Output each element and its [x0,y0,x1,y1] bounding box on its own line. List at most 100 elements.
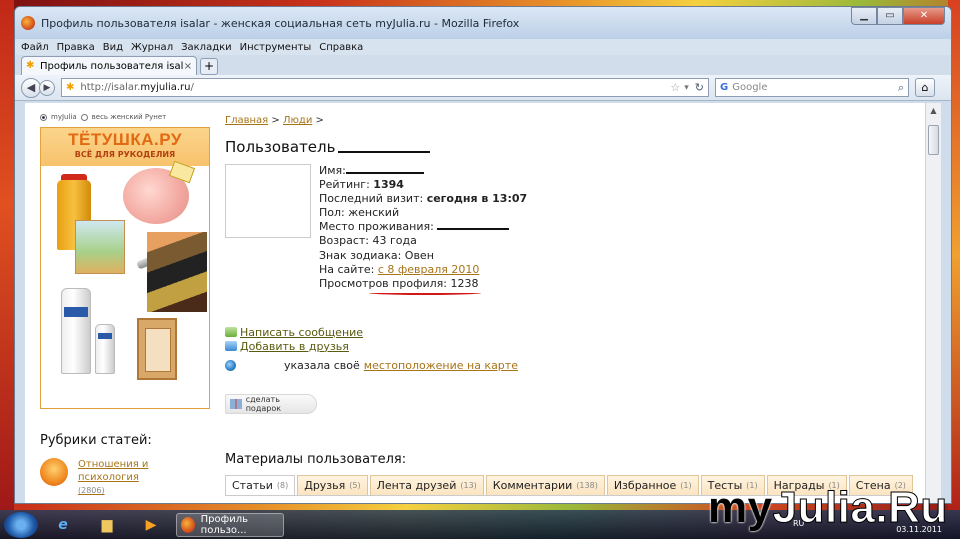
location-text: указала своё [284,358,360,372]
close-button[interactable]: ✕ [903,7,945,25]
write-message-link[interactable]: Написать сообщение [240,326,363,339]
taskbar-firefox-task[interactable]: Профиль пользо... [176,512,284,537]
rubric-people-icon [40,458,68,486]
scroll-up-icon[interactable]: ▲ [926,103,941,119]
menu-bookmarks[interactable]: Закладки [181,42,232,53]
reload-icon[interactable]: ↻ [695,81,704,94]
vertical-scrollbar[interactable]: ▲ [925,103,941,503]
info-residence: Место проживания: [319,220,527,234]
browser-tab[interactable]: ✱ Профиль пользователя isalar - женска..… [21,56,197,75]
navigation-toolbar: ◀ ▶ ✱ http://isalar.myjulia.ru/ ☆ ▾ ↻ G … [15,75,951,101]
since-date-link[interactable]: с 8 февраля 2010 [378,263,480,276]
folder-icon[interactable]: ▆ [88,513,126,537]
dropdown-icon[interactable]: ▾ [684,83,689,93]
info-zodiac: Знак зодиака: Овен [319,248,434,262]
new-tab-button[interactable]: + [200,58,218,75]
google-icon[interactable]: G [720,82,728,93]
url-bar[interactable]: ✱ http://isalar.myjulia.ru/ ☆ ▾ ↻ [61,78,709,97]
favicon-icon: ✱ [26,60,35,71]
location-row: указала своё местоположение на карте [225,359,915,372]
menu-help[interactable]: Справка [319,42,363,53]
search-placeholder: Google [732,82,768,93]
profile-block: Имя: Рейтинг: 1394 Последний визит: сего… [225,164,915,291]
ad-subtitle: ВСЁ ДЛЯ РУКОДЕЛИЯ [74,150,176,159]
redacted-username [338,151,431,153]
watermark: myJulia.Ru [708,483,948,532]
add-friend-icon [225,341,237,352]
url-favicon-icon: ✱ [66,82,75,93]
painting-image [75,220,125,274]
main-column: Главная > Люди > Пользователь Имя: Рейти… [225,115,915,503]
gift-icon [230,398,242,409]
tab-bar: ✱ Профиль пользователя isalar - женска..… [15,55,951,75]
window-title: Профиль пользователя isalar - женская со… [41,16,520,30]
ie-icon[interactable]: e [44,513,82,537]
tab-comments[interactable]: Комментарии (138) [485,474,605,495]
ad-title: ТЁТУШКА.РУ [68,130,182,149]
home-button[interactable]: ⌂ [915,78,935,97]
info-since: На сайте: с 8 февраля 2010 [319,262,480,276]
menu-history[interactable]: Журнал [131,42,173,53]
wooden-cabinet-image [137,318,177,380]
materials-title: Материалы пользователя: [225,451,407,467]
gift-label: сделать подарок [245,394,282,413]
maximize-button[interactable]: ▭ [877,7,903,25]
tab-friends-feed[interactable]: Лента друзей (13) [369,474,484,495]
radio-runet[interactable] [80,113,88,121]
page-content: myJulia весь женский Рунет ТЁТУШКА.РУ ВС… [25,103,941,503]
scroll-thumb[interactable] [928,125,939,155]
bottle-image [61,288,91,374]
search-icon[interactable]: ⌕ [898,81,904,95]
profile-info: Имя: Рейтинг: 1394 Последний визит: сего… [319,164,527,291]
rubric-link-relationships[interactable]: Отношения и психология (2806) [78,458,168,497]
url-text: http://isalar.myjulia.ru/ [80,82,194,93]
radio-runet-label: весь женский Рунет [91,113,167,121]
menu-view[interactable]: Вид [103,42,123,53]
menu-tools[interactable]: Инструменты [240,42,312,53]
rubrics-title: Рубрики статей: [40,433,152,448]
ad-banner[interactable]: ТЁТУШКА.РУ ВСЁ ДЛЯ РУКОДЕЛИЯ [40,127,210,409]
globe-icon [225,359,236,371]
info-rating: Рейтинг: 1394 [319,178,404,192]
page-title: Пользователь [225,138,915,156]
tab-friends[interactable]: Друзья (5) [297,474,368,495]
tab-articles[interactable]: Статьи (8) [225,474,296,495]
desktop-left-edge [0,0,14,510]
tab-close-icon[interactable]: × [184,61,192,72]
firefox-icon [21,16,35,30]
title-bar: Профиль пользователя isalar - женская со… [15,7,951,39]
left-sidebar: myJulia весь женский Рунет ТЁТУШКА.РУ ВС… [40,113,210,409]
menu-file[interactable]: Файл [21,42,49,53]
info-last-visit: Последний визит: сегодня в 13:07 [319,192,528,206]
tab-label: Профиль пользователя isalar - женска... [40,60,184,72]
location-map-link[interactable]: местоположение на карте [364,359,518,372]
info-age: Возраст: 43 года [319,234,417,248]
small-bottle-image [95,324,115,374]
rubrics-section: Рубрики статей: Отношения и психология (… [40,433,220,497]
tab-favorites[interactable]: Избранное (1) [606,474,699,495]
radio-myjulia[interactable] [40,113,47,121]
info-gender: Пол: женский [319,206,400,220]
breadcrumb-people[interactable]: Люди [283,115,312,126]
menu-bar: Файл Правка Вид Журнал Закладки Инструме… [15,39,951,55]
felt-image [147,232,207,312]
search-scope: myJulia весь женский Рунет [40,113,210,121]
bookmark-star-icon[interactable]: ☆ [670,81,680,94]
minimize-button[interactable]: ▁ [851,7,877,25]
taskbar-firefox-icon [181,516,195,533]
add-friend-link[interactable]: Добавить в друзья [240,340,349,353]
taskbar-task-label: Профиль пользо... [200,513,248,536]
start-button[interactable] [4,511,38,538]
info-name: Имя: [319,164,527,178]
forward-button[interactable]: ▶ [39,79,55,96]
redacted-residence [437,228,510,231]
back-button[interactable]: ◀ [21,77,41,98]
menu-edit[interactable]: Правка [57,42,95,53]
gift-button[interactable]: сделать подарок [225,393,317,414]
redacted-name [345,172,424,174]
avatar[interactable] [225,164,311,238]
search-box[interactable]: G Google ⌕ [715,78,909,97]
breadcrumb: Главная > Люди > [225,115,324,126]
media-player-icon[interactable]: ▶ [132,513,170,537]
breadcrumb-home[interactable]: Главная [225,115,268,126]
